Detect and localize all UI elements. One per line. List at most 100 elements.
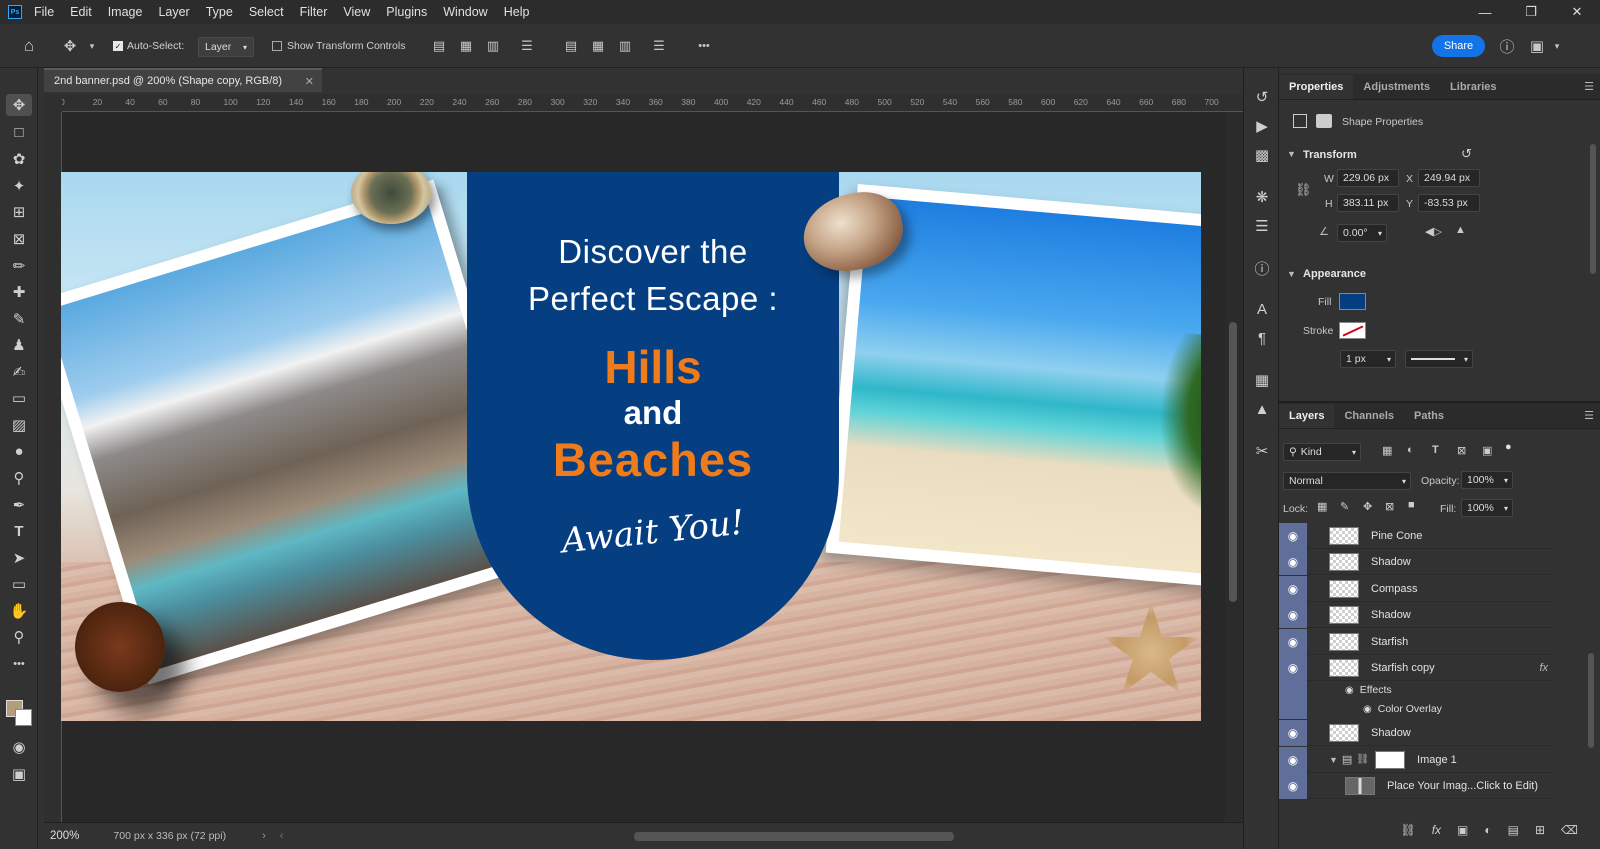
eye-icon[interactable]: ◉ — [1279, 746, 1307, 773]
align-left-icon[interactable]: ▤ — [430, 36, 448, 56]
crop-tool-icon[interactable]: ⊞ — [6, 201, 32, 223]
show-transform-checkbox[interactable] — [272, 41, 282, 51]
auto-select-checkbox[interactable]: ✓ — [113, 41, 123, 51]
link-layers-icon[interactable]: ⛓ — [1400, 823, 1415, 837]
pen-tool-icon[interactable]: ✒ — [6, 494, 32, 516]
chevron-down-icon[interactable]: ▼ — [1329, 755, 1338, 765]
brush-settings-icon[interactable]: ❋ — [1250, 186, 1274, 208]
stroke-width-field[interactable]: 1 px ▾ — [1340, 350, 1396, 368]
close-icon[interactable]: ✕ — [305, 75, 314, 88]
minimize-icon[interactable]: — — [1462, 0, 1508, 24]
canvas-vertical-scrollbar[interactable] — [1225, 112, 1243, 822]
stroke-color-swatch[interactable] — [1339, 322, 1366, 339]
canvas[interactable]: Discover the Perfect Escape : Hills and … — [61, 172, 1201, 721]
close-icon[interactable]: ✕ — [1554, 0, 1600, 24]
info-icon[interactable]: ⓘ — [1250, 257, 1274, 279]
help-icon[interactable]: ⓘ — [1497, 36, 1517, 56]
tab-channels[interactable]: Channels — [1334, 404, 1404, 428]
scrollbar-thumb[interactable] — [1229, 322, 1237, 602]
eye-icon[interactable]: ◉ — [1279, 575, 1307, 602]
chevron-right-icon[interactable]: › — [262, 830, 266, 842]
screen-mode-icon[interactable]: ▣ — [6, 763, 32, 785]
height-field[interactable]: 383.11 px — [1337, 194, 1399, 212]
effects-row[interactable]: ◉ Effects — [1279, 681, 1554, 699]
chevron-down-icon[interactable]: ▼ — [1287, 149, 1296, 159]
menu-select[interactable]: Select — [249, 5, 284, 19]
new-layer-icon[interactable]: ⊞ — [1535, 823, 1545, 837]
history-brush-icon[interactable]: ✍ — [6, 361, 32, 383]
reset-icon[interactable]: ↺ — [1461, 146, 1472, 162]
stroke-type-dropdown[interactable]: ▾ — [1405, 350, 1473, 368]
document-tab[interactable]: 2nd banner.psd @ 200% (Shape copy, RGB/8… — [44, 68, 322, 92]
brushes-icon[interactable]: ☰ — [1250, 215, 1274, 237]
delete-layer-icon[interactable]: ⌫ — [1561, 823, 1578, 837]
add-style-icon[interactable]: fx — [1432, 823, 1441, 837]
marquee-tool-icon[interactable]: □ — [6, 121, 32, 143]
hand-tool-icon[interactable]: ✋ — [6, 600, 32, 622]
flip-horizontal-icon[interactable]: ◀▷ — [1425, 225, 1442, 238]
layer-row-compass[interactable]: ◉ Compass — [1279, 575, 1554, 602]
align-bottom-icon[interactable]: ▥ — [616, 36, 634, 56]
tab-paths[interactable]: Paths — [1404, 404, 1454, 428]
canvas-horizontal-scrollbar[interactable] — [634, 832, 954, 841]
zoom-level[interactable]: 200% — [50, 830, 79, 842]
menu-filter[interactable]: Filter — [300, 5, 328, 19]
eye-icon[interactable]: ◉ — [1279, 522, 1307, 549]
more-tools-icon[interactable]: ••• — [6, 653, 32, 675]
tab-properties[interactable]: Properties — [1279, 75, 1354, 99]
align-center-icon[interactable]: ▦ — [457, 36, 475, 56]
eye-icon[interactable]: ◉ — [1279, 772, 1307, 799]
lock-all-icon[interactable]: ■ — [1408, 499, 1415, 511]
add-mask-icon[interactable]: ▣ — [1457, 823, 1468, 837]
tab-libraries[interactable]: Libraries — [1440, 75, 1506, 99]
lasso-tool-icon[interactable]: ✿ — [6, 148, 32, 170]
link-icon[interactable]: ⛓ — [1295, 182, 1312, 198]
brush-tool-icon[interactable]: ✎ — [6, 308, 32, 330]
distribute-icon[interactable]: ☰ — [518, 36, 536, 56]
layer-row-shadow[interactable]: ◉ Shadow — [1279, 601, 1554, 628]
auto-select-dropdown[interactable]: Layer ▾ — [198, 37, 254, 57]
tab-adjustments[interactable]: Adjustments — [1353, 75, 1440, 99]
chevron-left-icon[interactable]: ‹ — [280, 830, 284, 842]
actions-play-icon[interactable]: ▶ — [1250, 115, 1274, 137]
gradient-tool-icon[interactable]: ▨ — [6, 414, 32, 436]
workspace-icon[interactable]: ▣ — [1527, 36, 1547, 56]
menu-plugins[interactable]: Plugins — [386, 5, 427, 19]
opacity-field[interactable]: 100% ▾ — [1461, 471, 1513, 489]
tab-layers[interactable]: Layers — [1279, 404, 1335, 428]
chevron-down-icon[interactable]: ▾ — [86, 36, 98, 56]
magic-wand-icon[interactable]: ✦ — [6, 175, 32, 197]
menu-layer[interactable]: Layer — [158, 5, 189, 19]
blur-tool-icon[interactable]: ● — [6, 440, 32, 462]
paragraph-icon[interactable]: ¶ — [1250, 327, 1274, 349]
document-info[interactable]: 700 px x 336 px (72 ppi) — [113, 830, 226, 842]
more-options-icon[interactable]: ••• — [692, 36, 716, 56]
healing-brush-icon[interactable]: ✚ — [6, 281, 32, 303]
panel-menu-icon[interactable]: ☰ — [1584, 80, 1594, 93]
blend-mode-dropdown[interactable]: Normal ▾ — [1283, 472, 1411, 490]
filter-shape-icon[interactable]: ⊠ — [1457, 444, 1466, 457]
eraser-tool-icon[interactable]: ▭ — [6, 387, 32, 409]
panel-menu-icon[interactable]: ☰ — [1584, 409, 1594, 422]
history-icon[interactable]: ↺ — [1250, 86, 1274, 108]
new-adjustment-icon[interactable]: ◐ — [1484, 823, 1491, 837]
layer-row-pine-cone[interactable]: ◉ Pine Cone — [1279, 522, 1554, 549]
fx-badge[interactable]: fx — [1539, 662, 1548, 674]
menu-help[interactable]: Help — [504, 5, 530, 19]
new-group-icon[interactable]: ▤ — [1508, 823, 1519, 837]
eye-icon[interactable]: ◉ — [1279, 654, 1307, 681]
angle-field[interactable]: 0.00° ▾ — [1337, 224, 1387, 242]
quick-mask-icon[interactable]: ◉ — [6, 736, 32, 758]
distribute-vertical-icon[interactable]: ☰ — [650, 36, 668, 56]
chevron-down-icon[interactable]: ▼ — [1287, 269, 1296, 279]
stamp-tool-icon[interactable]: ♟ — [6, 334, 32, 356]
align-right-icon[interactable]: ▥ — [484, 36, 502, 56]
x-field[interactable]: 249.94 px — [1418, 169, 1480, 187]
lock-artboard-icon[interactable]: ⊠ — [1385, 500, 1394, 513]
show-transform-option[interactable]: Show Transform Controls — [272, 40, 405, 52]
filter-type-icon[interactable]: T — [1432, 444, 1439, 456]
layer-row-image-1-group[interactable]: ◉ ▼ ▤ ⛓ Image 1 — [1279, 746, 1554, 773]
menu-image[interactable]: Image — [108, 5, 143, 19]
layer-row-shadow[interactable]: ◉ Shadow — [1279, 719, 1554, 746]
lock-position-icon[interactable]: ✥ — [1363, 500, 1372, 513]
